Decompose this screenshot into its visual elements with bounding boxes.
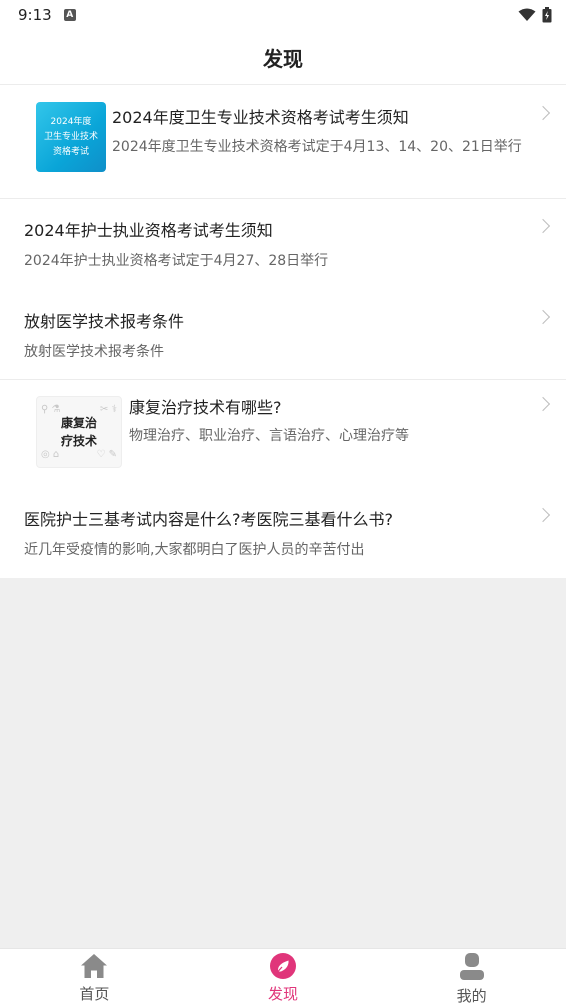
article-title: 2024年度卫生专业技术资格考试考生须知 [112,108,409,127]
article-item-2[interactable]: 2024年护士执业资格考试考生须知 2024年护士执业资格考试定于4月27、28… [0,199,566,290]
chevron-right-icon [535,105,551,121]
article-subtitle: 放射医学技术报考条件 [24,344,164,360]
chevron-right-icon [535,309,551,325]
notification-a-icon: A [63,9,76,21]
tab-label: 发现 [268,985,299,1003]
chevron-right-icon [535,396,551,412]
article-item-5[interactable]: 医院护士三基考试内容是什么?考医院三基看什么书? 近几年受疫情的影响,大家都明白… [0,488,566,578]
thumbnail-text-line: 卫生专业技术 [43,131,98,142]
page-title: 发现 [263,46,303,71]
article-item-1[interactable]: 2024年度 卫生专业技术 资格考试 2024年度卫生专业技术资格考试考生须知 … [0,85,566,199]
status-time: 9:13 [18,6,52,24]
article-subtitle: 近几年受疫情的影响,大家都明白了医护人员的辛苦付出 [24,542,365,558]
doodle-icon: ◎ ⌂ [41,449,60,460]
wifi-icon [518,8,536,21]
home-icon [81,954,108,978]
article-subtitle: 2024年度卫生专业技术资格考试定于4月13、14、20、21日举行 [112,139,522,155]
doodle-icon: ✂ ⚕ [100,404,117,415]
chevron-right-icon [535,218,551,234]
article-title: 医院护士三基考试内容是什么?考医院三基看什么书? [24,510,393,529]
article-item-4[interactable]: ⚲ ⚗ ✂ ⚕ ◎ ⌂ ♡ ✎ 康复治 疗技术 康复治疗技术有哪些? 物理治疗、… [0,380,566,488]
tab-home[interactable]: 首页 [0,949,189,1006]
thumbnail-text-line: 疗技术 [60,434,97,448]
tab-discover[interactable]: 发现 [189,949,378,1006]
thumbnail-text-line: 2024年度 [50,116,92,127]
article-thumbnail: ⚲ ⚗ ✂ ⚕ ◎ ⌂ ♡ ✎ 康复治 疗技术 [36,396,122,468]
thumbnail-text-line: 康复治 [60,416,97,430]
article-title: 2024年护士执业资格考试考生须知 [24,221,273,240]
page-header: 发现 [0,30,566,85]
bottom-tab-bar: 首页 发现 我的 [0,948,566,1006]
status-left: 9:13 A [18,6,76,24]
status-bar: 9:13 A [0,0,566,30]
chevron-right-icon [535,507,551,523]
tab-label: 我的 [456,987,487,1005]
tab-profile[interactable]: 我的 [377,949,566,1006]
article-thumbnail: 2024年度 卫生专业技术 资格考试 [36,102,106,172]
discover-icon [270,953,296,979]
article-title: 康复治疗技术有哪些? [129,398,282,417]
article-list: 2024年度 卫生专业技术 资格考试 2024年度卫生专业技术资格考试考生须知 … [0,85,566,578]
article-subtitle: 物理治疗、职业治疗、言语治疗、心理治疗等 [129,428,409,444]
doodle-icon: ♡ ✎ [96,449,117,460]
article-item-3[interactable]: 放射医学技术报考条件 放射医学技术报考条件 [0,290,566,380]
battery-icon [542,7,552,23]
tab-label: 首页 [79,985,110,1003]
thumbnail-text-line: 资格考试 [52,146,89,157]
article-title: 放射医学技术报考条件 [24,312,185,331]
profile-icon [459,953,484,980]
status-right [518,7,552,23]
article-subtitle: 2024年护士执业资格考试定于4月27、28日举行 [24,253,329,269]
doodle-icon: ⚲ ⚗ [41,404,61,415]
